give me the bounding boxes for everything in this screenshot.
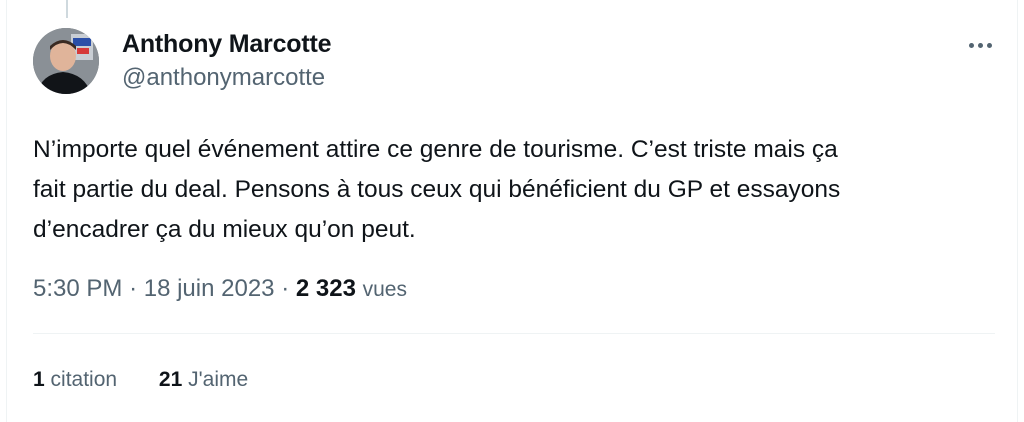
quotes-stat-link[interactable]: 1 citation [33,368,117,392]
tweet-meta: 5:30 PM · 18 juin 2023 · 2 323 vues [33,275,407,303]
views-count: 2 323 [295,275,356,302]
author-handle[interactable]: @anthonymarcotte [122,64,325,92]
tweet-text-line: N’importe quel événement attire ce genre… [33,136,838,163]
more-horizontal-icon [977,42,983,48]
avatar[interactable] [33,28,99,94]
author-name[interactable]: Anthony Marcotte [122,30,332,59]
meta-separator: · [281,275,290,302]
avatar-photo [33,28,99,94]
engagement-stats: 1 citation 21 J'aime [33,368,248,392]
thread-connector-line [66,0,68,18]
more-options-button[interactable] [960,30,1000,60]
meta-separator: · [129,275,138,302]
tweet-text-line: d’encadrer ça du mieux qu’on peut. [33,216,416,243]
tweet-date[interactable]: 18 juin 2023 [144,275,275,302]
tweet-text-line: fait partie du deal. Pensons à tous ceux… [33,176,841,203]
tweet-text: N’importe quel événement attire ce genre… [33,130,993,250]
likes-stat-link[interactable]: 21 J'aime [159,368,248,392]
quotes-label: citation [50,368,118,391]
likes-label: J'aime [188,368,249,391]
more-horizontal-icon [968,42,974,48]
views-label: vues [362,278,407,301]
quotes-count: 1 [33,368,45,391]
likes-count: 21 [158,368,183,391]
more-horizontal-icon [986,42,992,48]
divider [33,333,995,334]
tweet-time[interactable]: 5:30 PM [33,275,122,302]
